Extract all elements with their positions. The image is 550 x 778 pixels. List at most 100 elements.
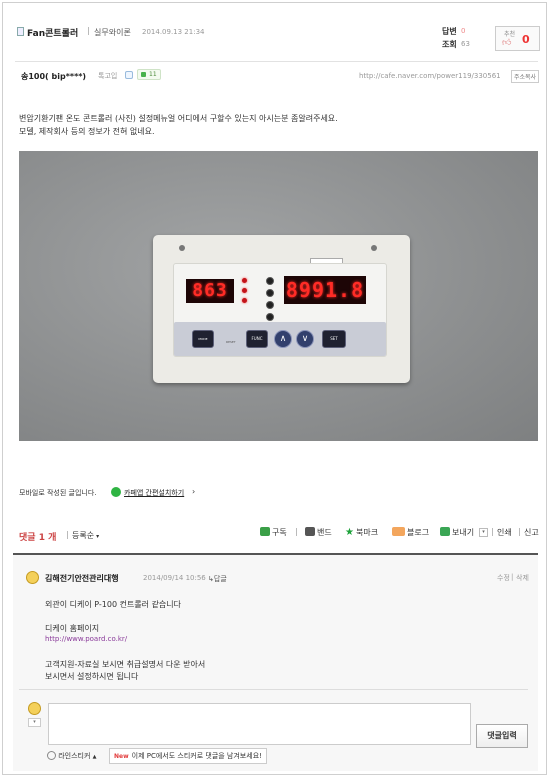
comment-line-3: 고객지원-자료실 보시면 취급설명서 다운 받아서: [45, 660, 206, 669]
band-icon: [305, 527, 315, 536]
led-3: [242, 298, 247, 303]
share-icon: [440, 527, 450, 536]
doc-icon: [17, 27, 24, 36]
toolbar-divider-2: |: [491, 527, 494, 536]
subscribe-button[interactable]: 구독: [260, 527, 287, 538]
band-label: 밴드: [317, 528, 332, 537]
badge-icon: [141, 72, 146, 77]
title-separator: |: [87, 26, 90, 35]
submit-comment-button[interactable]: 댓글입력: [476, 724, 528, 748]
sticker-icon: [47, 751, 56, 760]
badge[interactable]: 11: [137, 69, 161, 80]
comments-section: 김해전기안전관리대행 2014/09/14 10:56 ↳답글 수정 | 삭제 …: [13, 553, 538, 771]
comment-date: 2014/09/14 10:56: [143, 574, 206, 582]
send-label: 보내기: [452, 528, 475, 537]
indicator-1: [266, 277, 274, 285]
post-photo[interactable]: 863 8991.8 MODE RESET FUNC ∧ ∨ SET: [19, 151, 538, 441]
set-button[interactable]: SET: [322, 330, 346, 348]
chat-icon[interactable]: [125, 71, 133, 79]
chevron-up-icon: ▲: [92, 754, 97, 760]
blog-button[interactable]: 블로그: [392, 527, 429, 538]
sticker-notice: New 이제 PC에서도 스티커로 댓글을 남겨보세요!: [109, 748, 267, 764]
author-name[interactable]: 송100( bip****): [21, 71, 86, 82]
reply-avatar: [28, 702, 41, 715]
indicator-2: [266, 289, 274, 297]
bookmark-button[interactable]: ★ 북마크: [345, 527, 378, 538]
comment-edit[interactable]: 수정: [497, 573, 510, 583]
sticker-label: 라인스티커: [58, 752, 91, 760]
reset-label: RESET: [226, 340, 236, 344]
toolbar-separator: |: [66, 530, 69, 539]
recommend-label: 추천: [504, 31, 516, 38]
band-button[interactable]: 밴드: [305, 527, 332, 538]
right-display: 8991.8: [284, 276, 366, 304]
chevron-down-icon: ▾: [96, 533, 100, 540]
screw-top-left: [179, 245, 185, 251]
cafe-app-link[interactable]: 카페앱 간편설치하기: [124, 488, 184, 498]
chat-label[interactable]: 톡고입: [98, 71, 117, 81]
replies-label: 답변: [442, 27, 457, 36]
subscribe-label: 구독: [272, 528, 287, 537]
left-display: 863: [186, 279, 234, 303]
new-badge: New: [114, 753, 129, 760]
article-url[interactable]: http://cafe.naver.com/power119/330561: [359, 72, 501, 80]
thumb-up-icon: 👍︎: [502, 38, 512, 48]
comment-divider: [19, 689, 528, 690]
star-icon: ★: [345, 527, 354, 538]
post-date: 2014.09.13 21:34: [142, 28, 205, 36]
header-divider: [15, 61, 538, 62]
face-plate: 863 8991.8 MODE RESET FUNC ∧ ∨ SET: [173, 263, 387, 357]
screw-top-right: [371, 245, 377, 251]
toolbar-divider: |: [295, 527, 298, 536]
replies-count: 0: [461, 27, 466, 35]
bookmark-label: 북마크: [355, 528, 379, 537]
controller-panel: 863 8991.8 MODE RESET FUNC ∧ ∨ SET: [153, 235, 410, 383]
cafe-article-frame: Fan콘트롤러 | 실무와이론 2014.09.13 21:34 답변 0 조회…: [2, 2, 547, 775]
func-button[interactable]: FUNC: [246, 330, 268, 348]
blog-icon: [392, 527, 405, 536]
toolbar-divider-3: |: [518, 527, 521, 536]
down-button[interactable]: ∨: [296, 330, 314, 348]
badge-count: 11: [149, 71, 157, 78]
views-count: 63: [461, 40, 470, 48]
mode-button[interactable]: MODE: [192, 330, 214, 348]
sticker-button[interactable]: 라인스티커 ▲: [47, 751, 97, 761]
up-button[interactable]: ∧: [274, 330, 292, 348]
led-2: [242, 288, 247, 293]
comment-link[interactable]: http://www.poard.co.kr/: [45, 635, 127, 643]
body-line-1: 변압기환기팬 온도 콘트롤러 (사진) 설정메뉴얼 어디에서 구할수 있는지 아…: [19, 114, 338, 123]
sort-dropdown[interactable]: 등록순 ▾: [72, 530, 99, 541]
board-link[interactable]: 실무와이론: [94, 27, 131, 38]
blog-label: 블로그: [407, 528, 430, 537]
post-title: Fan콘트롤러: [27, 29, 79, 39]
reply-label: 답글: [213, 575, 227, 583]
comment-line-1: 외관이 디케이 P-100 컨트롤러 같습니다: [45, 600, 182, 609]
recommend-button[interactable]: 추천 👍︎ 0: [495, 26, 540, 51]
mobile-note: 모바일로 작성된 글입니다.: [19, 489, 97, 497]
comment-actions-separator: |: [511, 573, 514, 581]
print-button[interactable]: 인쇄: [497, 527, 512, 538]
comment-delete[interactable]: 삭제: [516, 573, 529, 583]
send-button[interactable]: 보내기: [440, 527, 474, 538]
cafe-app-arrow: ›: [192, 487, 196, 496]
copy-url-button[interactable]: 주소복사: [511, 70, 540, 83]
recommend-count: 0: [522, 33, 530, 46]
commenter-name[interactable]: 김해전기안전관리대행: [45, 573, 119, 584]
led-1: [242, 278, 247, 283]
body-line-2: 모델, 제작회사 등의 정보가 전혀 없네요.: [19, 127, 155, 136]
report-button[interactable]: 신고: [524, 527, 539, 538]
indicator-4: [266, 313, 274, 321]
comments-count-link[interactable]: 댓글 1 개: [19, 530, 56, 543]
cafe-app-icon[interactable]: [111, 487, 121, 497]
button-strip: MODE RESET FUNC ∧ ∨ SET: [174, 322, 386, 356]
comment-textarea[interactable]: [48, 703, 471, 745]
send-dropdown-button[interactable]: ▾: [479, 528, 488, 537]
comment-line-2: 디케이 홈페이지: [45, 624, 100, 633]
sort-label: 등록순: [72, 531, 95, 540]
indicator-3: [266, 301, 274, 309]
notice-text: 이제 PC에서도 스티커로 댓글을 남겨보세요!: [131, 752, 262, 760]
commenter-avatar[interactable]: [26, 571, 39, 584]
reply-link[interactable]: ↳답글: [208, 574, 227, 584]
avatar-dropdown-icon[interactable]: ▾: [28, 718, 41, 727]
comment-line-4: 보시면서 설정하시면 됩니다: [45, 672, 139, 681]
